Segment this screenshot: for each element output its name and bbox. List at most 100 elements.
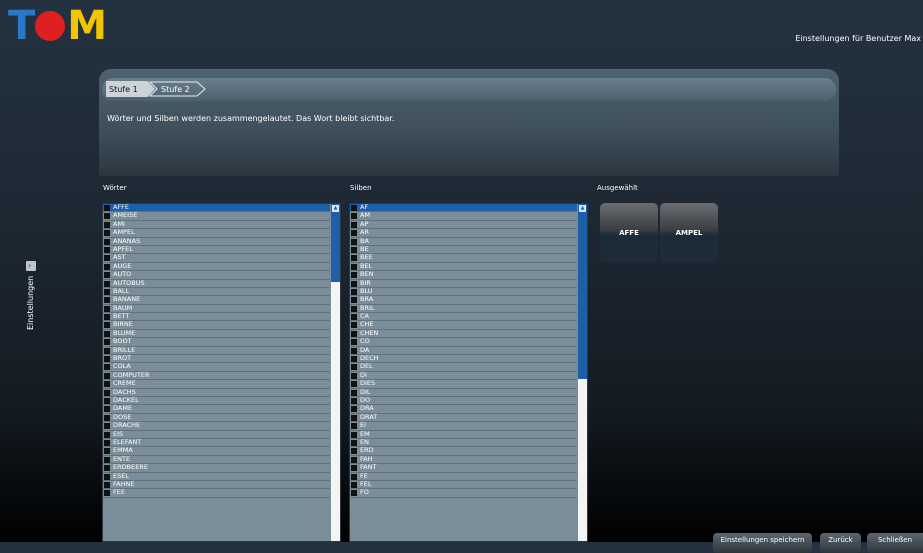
checkbox[interactable]	[104, 465, 110, 472]
list-item[interactable]: COLA	[103, 363, 330, 372]
checkbox[interactable]	[104, 305, 110, 312]
list-item[interactable]: ENTE	[103, 456, 330, 465]
list-item[interactable]: BIRNE	[103, 321, 330, 330]
list-item[interactable]: AMPEL	[103, 229, 330, 238]
list-item[interactable]: AF	[350, 204, 577, 213]
list-item[interactable]: DRAT	[350, 414, 577, 423]
list-item[interactable]: ERD	[350, 447, 577, 456]
list-item[interactable]: AR	[350, 229, 577, 238]
checkbox[interactable]	[351, 439, 357, 446]
checkbox[interactable]	[351, 322, 357, 329]
checkbox[interactable]	[104, 339, 110, 346]
checkbox[interactable]	[104, 406, 110, 413]
checkbox[interactable]	[104, 381, 110, 388]
list-item[interactable]: CA	[350, 313, 577, 322]
checkbox[interactable]	[351, 414, 357, 421]
checkbox[interactable]	[104, 322, 110, 329]
list-item[interactable]: EI	[350, 422, 577, 431]
checkbox[interactable]	[104, 263, 110, 270]
list-item[interactable]: FEL	[350, 481, 577, 490]
breadcrumb-step-2[interactable]: Stufe 2	[149, 81, 217, 97]
checkbox[interactable]	[104, 356, 110, 363]
selected-word-chip[interactable]: AMPEL	[660, 203, 718, 262]
list-item[interactable]: BETT	[103, 313, 330, 322]
list-item[interactable]: AUGE	[103, 263, 330, 272]
checkbox[interactable]	[351, 205, 357, 211]
words-list[interactable]: AFFE AMEISE AMI AMPEL ANANAS APFEL AST AUGE AUTO…	[102, 203, 341, 542]
checkbox[interactable]	[351, 221, 357, 228]
list-item[interactable]: CREME	[103, 380, 330, 389]
checkbox[interactable]	[104, 347, 110, 354]
checkbox[interactable]	[351, 397, 357, 404]
checkbox[interactable]	[104, 221, 110, 228]
checkbox[interactable]	[351, 305, 357, 312]
checkbox[interactable]	[351, 356, 357, 363]
checkbox[interactable]	[104, 238, 110, 245]
list-item[interactable]: DIES	[350, 380, 577, 389]
checkbox[interactable]	[104, 330, 110, 337]
list-item[interactable]: AUTOBUS	[103, 280, 330, 288]
list-item[interactable]: AFFE	[103, 204, 330, 213]
checkbox[interactable]	[104, 448, 110, 455]
checkbox[interactable]	[104, 397, 110, 404]
checkbox[interactable]	[104, 456, 110, 463]
list-item[interactable]: DIL	[350, 389, 577, 397]
list-item[interactable]: BROT	[103, 355, 330, 364]
list-item[interactable]: CO	[350, 338, 577, 347]
checkbox[interactable]	[104, 439, 110, 446]
checkbox[interactable]	[351, 314, 357, 321]
sidebar-label[interactable]: Einstellungen	[26, 276, 35, 330]
checkbox[interactable]	[351, 238, 357, 245]
checkbox[interactable]	[104, 246, 110, 253]
checkbox[interactable]	[351, 423, 357, 430]
list-item[interactable]: ERDBEERE	[103, 464, 330, 473]
checkbox[interactable]	[351, 364, 357, 371]
list-item[interactable]: DACKEL	[103, 397, 330, 406]
checkbox[interactable]	[104, 314, 110, 321]
checkbox[interactable]	[104, 213, 110, 220]
syllables-list[interactable]: AF AM AP AR BA BE BEE BEL BEN BIR BLU BRA BRIL CA CHE C…	[349, 203, 588, 542]
list-item[interactable]: BEE	[350, 254, 577, 263]
checkbox[interactable]	[351, 431, 357, 438]
checkbox[interactable]	[351, 347, 357, 354]
checkbox[interactable]	[351, 297, 357, 304]
list-item[interactable]: AMEISE	[103, 212, 330, 221]
list-item[interactable]: DA	[350, 347, 577, 356]
list-item[interactable]: BLU	[350, 288, 577, 297]
words-scrollbar-thumb[interactable]	[331, 204, 340, 282]
user-settings-link[interactable]: Einstellungen für Benutzer Max	[795, 34, 921, 43]
back-button[interactable]: Zurück	[820, 533, 861, 553]
breadcrumb-step-1[interactable]: Stufe 1	[106, 81, 155, 97]
list-item[interactable]: FO	[350, 489, 577, 498]
list-item[interactable]: BANANE	[103, 296, 330, 305]
list-item[interactable]: DAME	[103, 405, 330, 414]
checkbox[interactable]	[104, 414, 110, 421]
checkbox[interactable]	[104, 272, 110, 279]
checkbox[interactable]	[104, 288, 110, 295]
list-item[interactable]: BRIL	[350, 305, 577, 314]
list-item[interactable]: DRACHE	[103, 422, 330, 431]
checkbox[interactable]	[351, 490, 357, 497]
checkbox[interactable]	[351, 448, 357, 455]
checkbox[interactable]	[351, 381, 357, 388]
checkbox[interactable]	[351, 389, 357, 396]
list-item[interactable]: BIR	[350, 280, 577, 288]
list-item[interactable]: DECH	[350, 355, 577, 364]
checkbox[interactable]	[351, 481, 357, 488]
list-item[interactable]: BEL	[350, 263, 577, 272]
checkbox[interactable]	[351, 272, 357, 279]
syllables-scrollbar-thumb[interactable]	[578, 204, 587, 379]
list-item[interactable]: EIS	[103, 431, 330, 439]
checkbox[interactable]	[104, 473, 110, 480]
close-button[interactable]: Schließen	[867, 533, 923, 553]
checkbox[interactable]	[351, 465, 357, 472]
list-item[interactable]: FANT	[350, 464, 577, 473]
checkbox[interactable]	[351, 339, 357, 346]
save-settings-button[interactable]: Einstellungen speichern	[713, 533, 812, 553]
scroll-up-icon[interactable]: ▲	[579, 205, 586, 212]
checkbox[interactable]	[351, 213, 357, 220]
checkbox[interactable]	[351, 246, 357, 253]
list-item[interactable]: DEL	[350, 363, 577, 372]
list-item[interactable]: FAH	[350, 456, 577, 465]
list-item[interactable]: BAUM	[103, 305, 330, 314]
